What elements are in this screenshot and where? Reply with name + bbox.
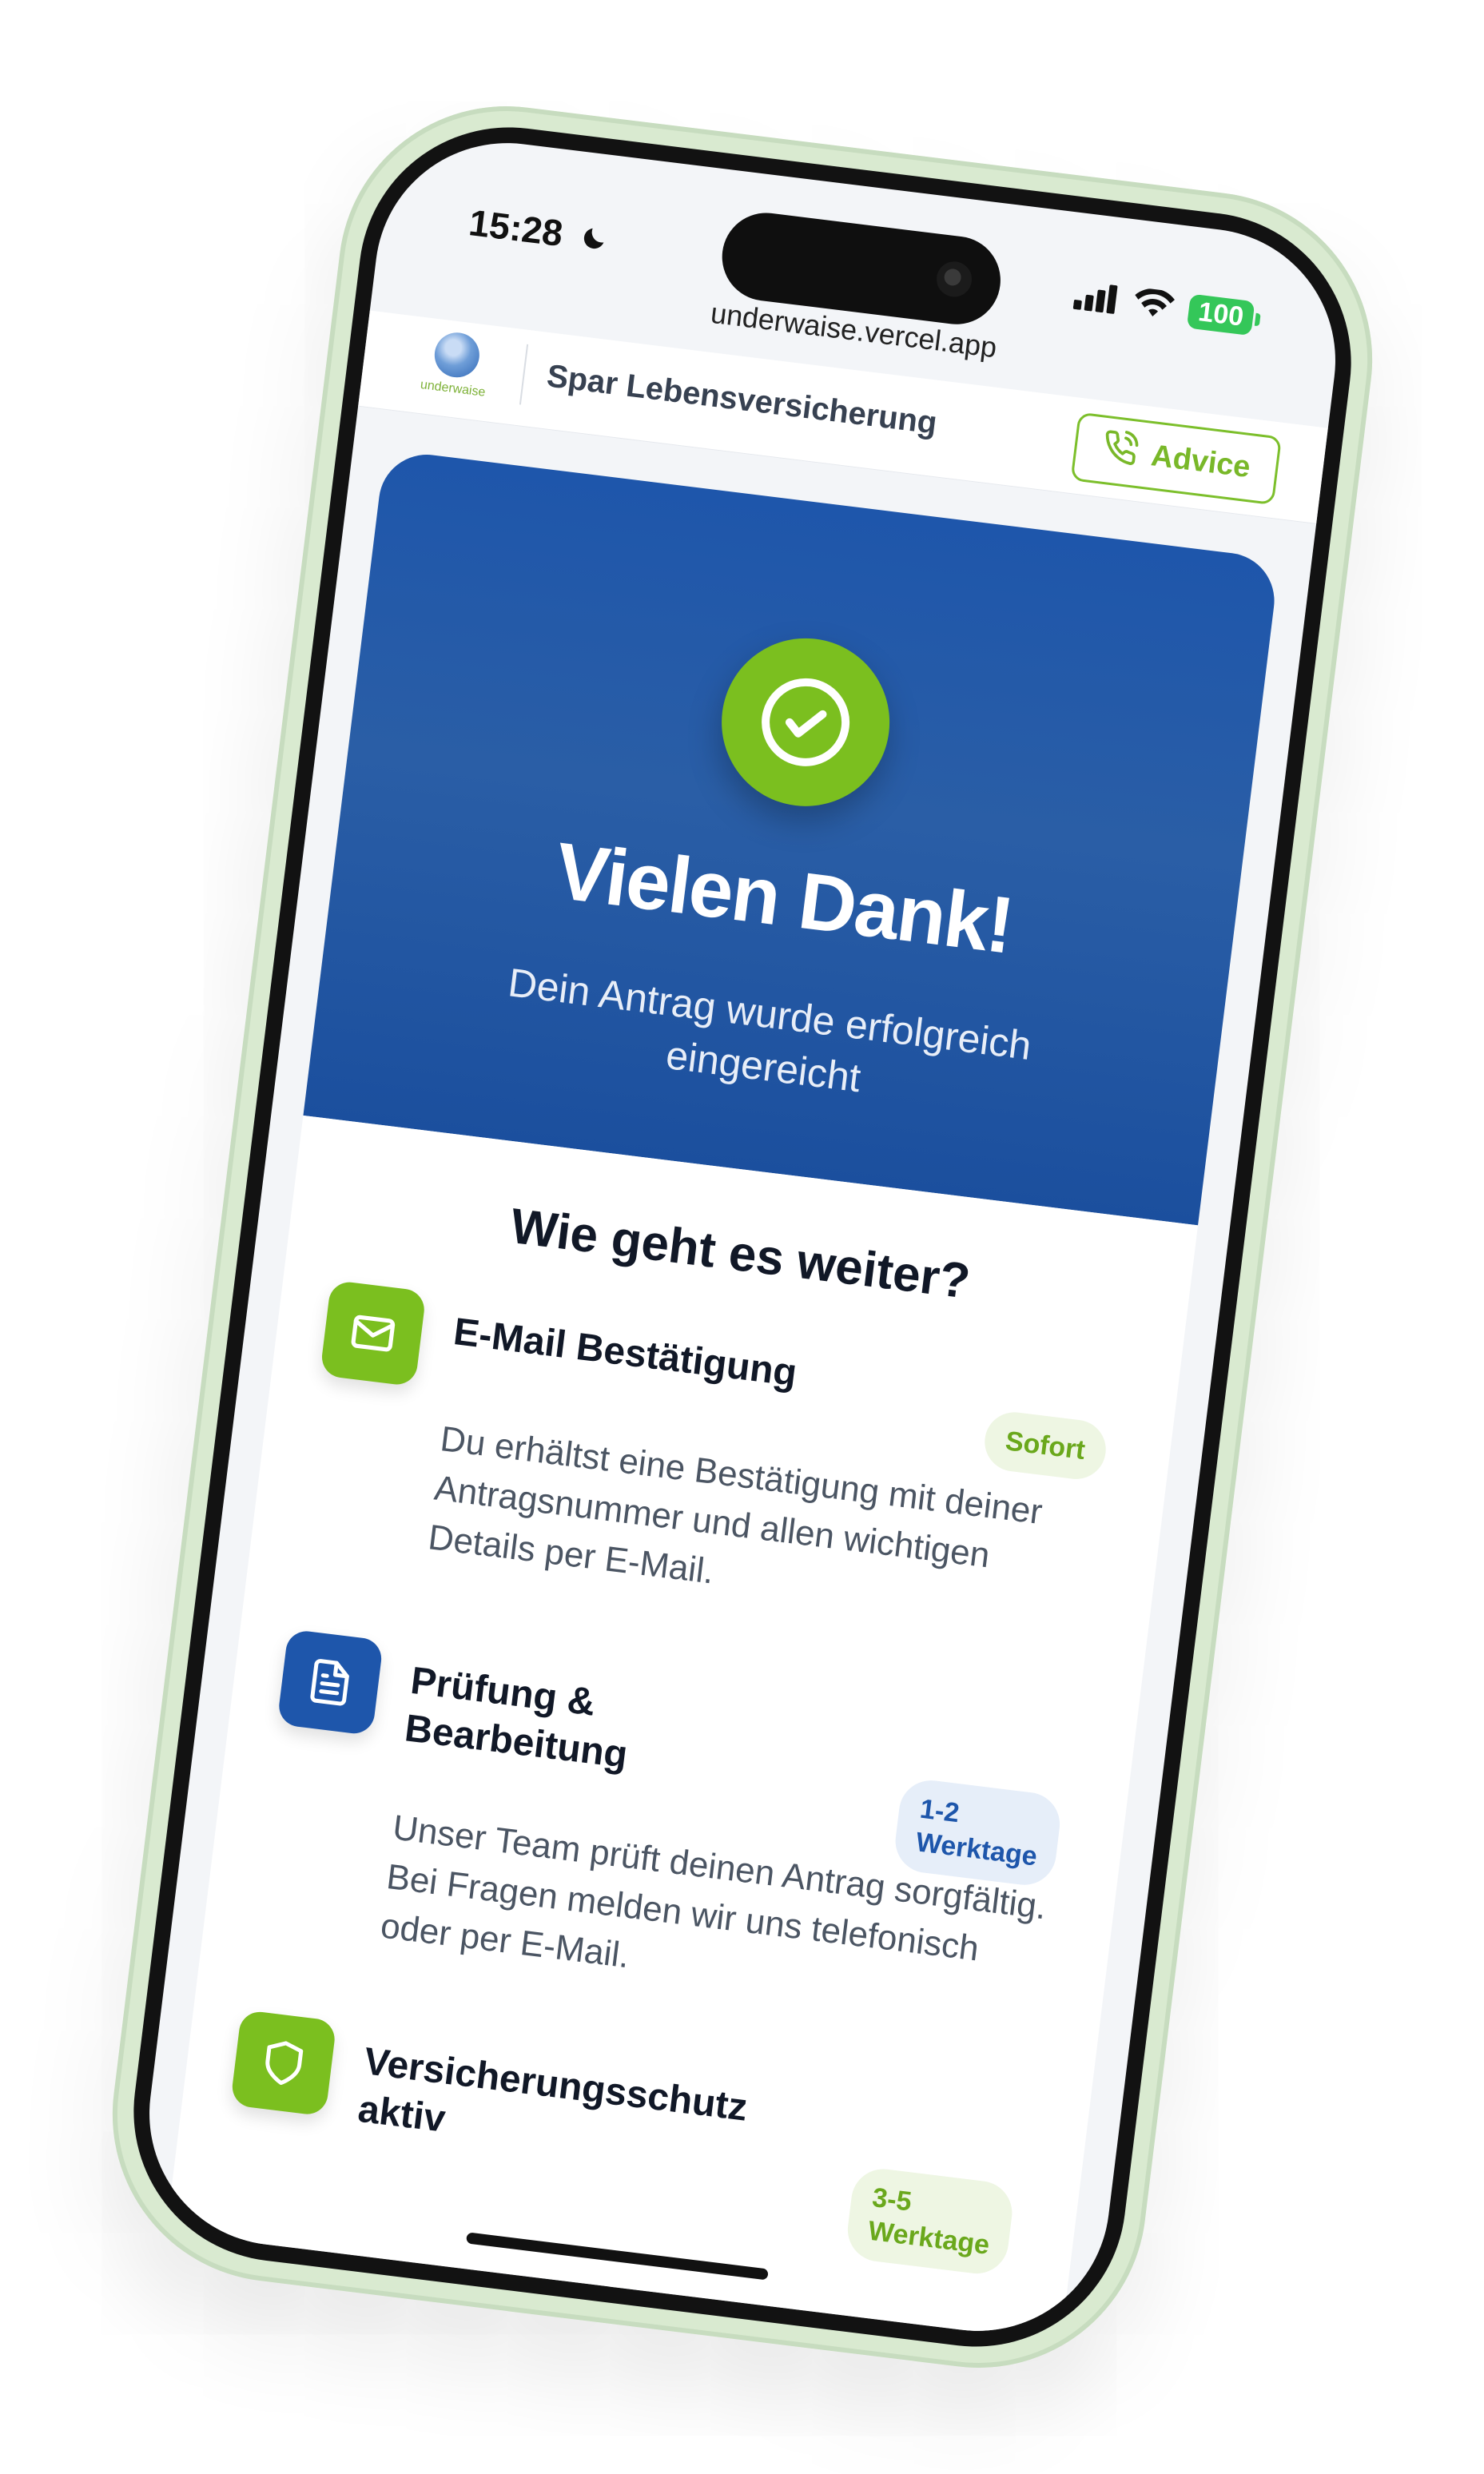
phone-mockup: 15:28 100 underwaise.vercel.app underwai…	[93, 86, 1391, 2388]
step-icon-container	[229, 2009, 337, 2117]
shield-icon	[265, 2041, 303, 2086]
step-review-processing: Prüfung & Bearbeitung 1-2 Werktage Unser…	[243, 1629, 1088, 2091]
logo-mark	[432, 330, 482, 380]
step-icon-container	[319, 1279, 427, 1387]
page-title: Spar Lebensversicherung	[544, 358, 939, 441]
advice-label: Advice	[1148, 438, 1252, 484]
check-circle-icon	[761, 678, 849, 766]
step-title: Versicherungsschutz aktiv	[355, 2040, 750, 2141]
status-icons: 100	[1072, 280, 1255, 336]
step-icon-container	[276, 1629, 384, 1736]
signal-icon	[1072, 280, 1121, 319]
success-check-badge	[711, 628, 899, 816]
next-steps-section: Wie geht es weiter? E-Mail Bestätigung S…	[165, 1115, 1198, 2342]
battery-indicator: 100	[1186, 293, 1255, 336]
step-title: E-Mail Bestätigung	[451, 1311, 799, 1395]
step-title: Prüfung & Bearbeitung	[402, 1659, 630, 1777]
underwaise-logo[interactable]: underwaise	[408, 328, 503, 402]
success-hero: Vielen Dank! Dein Antrag wurde erfolgrei…	[302, 449, 1279, 1226]
advice-button[interactable]: Advice	[1069, 412, 1282, 506]
step-timing-badge: Sofort	[981, 1409, 1109, 1483]
header-divider	[519, 344, 528, 405]
wifi-icon	[1131, 287, 1176, 326]
mail-icon	[351, 1315, 395, 1352]
phone-call-icon	[1099, 428, 1139, 475]
status-time: 15:28	[466, 201, 565, 255]
logo-text: underwaise	[419, 378, 486, 400]
document-icon	[309, 1659, 349, 1706]
step-timing-badge: 3-5 Werktage	[843, 2165, 1016, 2277]
moon-icon	[578, 222, 611, 258]
